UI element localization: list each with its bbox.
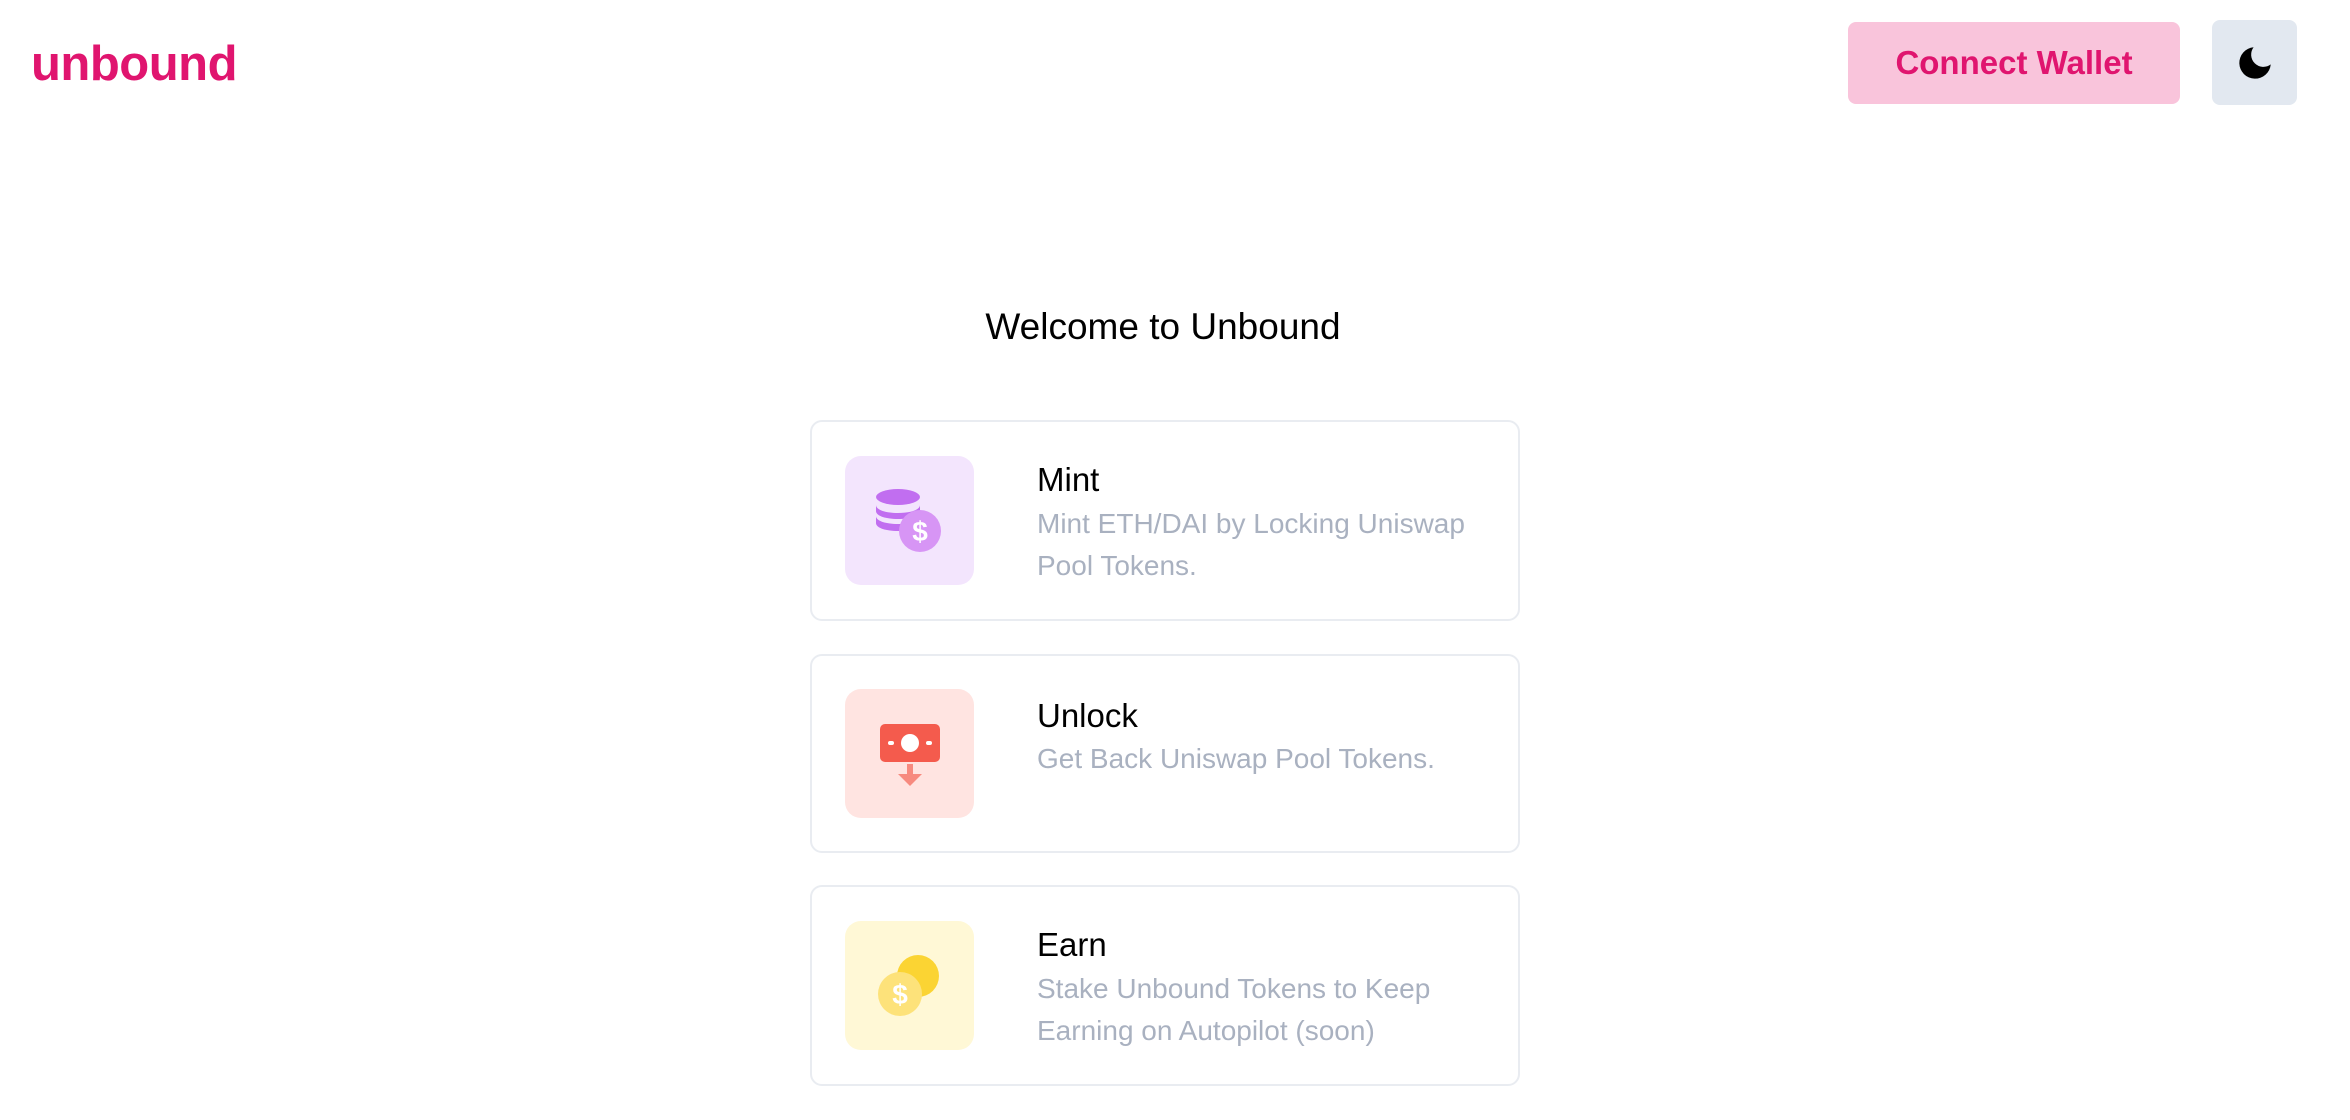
svg-text:$: $ (912, 516, 928, 547)
header: unbound Connect Wallet (0, 0, 2350, 128)
card-description: Stake Unbound Tokens to Keep Earning on … (1037, 973, 1431, 1046)
mint-icon-tile: $ (845, 456, 974, 585)
unlock-card[interactable]: Unlock Get Back Uniswap Pool Tokens. (810, 654, 1520, 853)
coins-icon: $ (877, 954, 939, 1016)
earn-card[interactable]: $ Earn Stake Unbound Tokens to Keep Earn… (810, 885, 1520, 1086)
page-title: Welcome to Unbound (985, 306, 1341, 347)
card-description: Get Back Uniswap Pool Tokens. (1037, 743, 1435, 774)
svg-text:$: $ (892, 979, 908, 1010)
unlock-icon-tile (845, 689, 974, 818)
earn-icon-tile: $ (845, 921, 974, 1050)
card-title: Unlock (1037, 697, 1138, 734)
connect-wallet-button[interactable]: Connect Wallet (1848, 22, 2180, 104)
moon-icon (2238, 46, 2271, 79)
theme-toggle-button[interactable] (2212, 20, 2297, 105)
cash-withdraw-icon (879, 723, 940, 786)
coins-stack-icon: $ (875, 488, 941, 552)
logo[interactable]: unbound (31, 36, 238, 92)
card-title: Mint (1037, 461, 1100, 498)
card-title: Earn (1037, 926, 1107, 963)
mint-card[interactable]: $ Mint Mint ETH/DAI by Locking Uniswap P… (810, 420, 1520, 621)
card-description: Mint ETH/DAI by Locking Uniswap Pool Tok… (1037, 508, 1465, 581)
